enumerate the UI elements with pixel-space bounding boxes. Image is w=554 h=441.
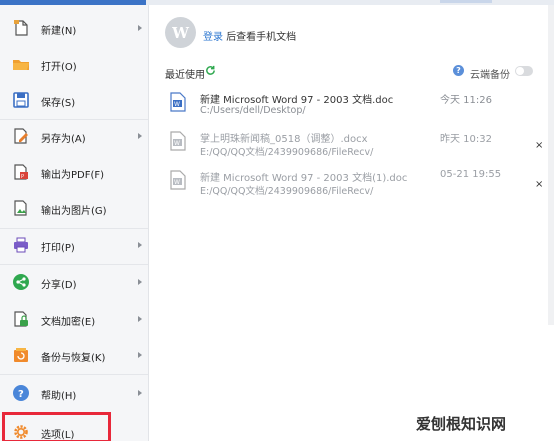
new-file-icon [14,20,28,36]
recent-file-name: 新建 Microsoft Word 97 - 2003 文档(1).doc [200,173,408,184]
svg-text:W: W [174,179,180,186]
recent-file-time: 昨天 10:32 [440,134,492,145]
chevron-right-icon [138,316,142,322]
file-menu-sidebar: 新建(N) 打开(O) 保存(S) 另存为(A) P 输出为PDF(F) 输出为… [0,5,149,441]
svg-text:P: P [21,174,24,180]
save-as-icon [14,128,28,144]
recent-file-row[interactable]: W 新建 Microsoft Word 97 - 2003 文档.doc C:/… [165,91,554,129]
right-scrollbar[interactable] [548,5,554,325]
menu-item-open[interactable]: 打开(O) [0,46,148,82]
recent-file-path: E:/QQ/QQ文档/2439909686/FileRecv/ [200,147,374,158]
chevron-right-icon [138,352,142,358]
remove-recent-close-icon[interactable]: × [535,140,543,151]
recent-file-time: 今天 11:26 [440,95,492,106]
encrypt-icon [14,311,28,327]
menu-item-backup[interactable]: 备份与恢复(K) [0,337,148,373]
menu-item-label: 帮助(H) [41,391,77,402]
recent-file-time: 05-21 19:55 [440,169,502,180]
menu-item-save[interactable]: 保存(S) [0,82,148,118]
recent-file-row[interactable]: W 新建 Microsoft Word 97 - 2003 文档(1).doc … [165,169,554,207]
recent-file-row[interactable]: W 掌上明珠新闻稿_0518（调整）.docx E:/QQ/QQ文档/24399… [165,130,554,168]
cloud-backup-label: 云端备份 [470,70,510,81]
menu-item-label: 分享(D) [41,280,77,291]
save-icon [13,92,29,108]
menu-item-label: 保存(S) [41,98,76,109]
menu-item-label: 打开(O) [41,62,77,73]
menu-item-save-as[interactable]: 另存为(A) [0,118,148,154]
chevron-right-icon [138,390,142,396]
menu-item-share[interactable]: 分享(D) [0,264,148,300]
chevron-right-icon [138,279,142,285]
recent-file-path: C:/Users/dell/Desktop/ [200,105,306,116]
refresh-icon[interactable] [205,65,216,76]
login-link[interactable]: 登录 [203,32,223,43]
menu-item-new[interactable]: 新建(N) [0,10,148,46]
pdf-export-icon: P [14,164,28,180]
remove-recent-close-icon[interactable]: × [535,179,543,190]
avatar[interactable]: W [165,17,196,48]
recent-panel: W 登录 后查看手机文档 最近使用 ? 云端备份 W 新建 Microsoft … [150,5,554,441]
word-doc-icon: W [170,170,186,190]
word-doc-icon: W [170,131,186,151]
recent-file-name: 掌上明珠新闻稿_0518（调整）.docx [200,134,368,145]
menu-item-print[interactable]: 打印(P) [0,227,148,263]
ribbon-tab-strip [440,0,492,3]
menu-item-label: 打印(P) [41,243,75,254]
share-icon [13,274,29,290]
login-prompt: 登录 后查看手机文档 [203,28,296,43]
menu-item-label: 另存为(A) [41,134,86,145]
cloud-backup-toggle[interactable] [515,66,533,76]
options-highlight-box [2,412,111,441]
menu-item-help[interactable]: ? 帮助(H) [0,375,148,411]
login-suffix: 后查看手机文档 [226,32,297,43]
word-doc-icon: W [170,92,186,112]
menu-item-label: 输出为图片(G) [41,206,107,217]
image-export-icon [14,200,27,216]
recent-file-path: E:/QQ/QQ文档/2439909686/FileRecv/ [200,186,374,197]
chevron-right-icon [138,25,142,31]
menu-item-encrypt[interactable]: 文档加密(E) [0,301,148,337]
chevron-right-icon [138,242,142,248]
svg-text:?: ? [18,389,24,400]
help-icon: ? [13,385,29,401]
watermark: 爱刨根知识网 [416,415,507,433]
svg-text:W: W [174,140,180,147]
open-folder-icon [13,60,29,70]
menu-item-export-pdf[interactable]: P 输出为PDF(F) [0,154,148,190]
print-icon [14,237,28,253]
menu-item-export-image[interactable]: 输出为图片(G) [0,190,148,226]
backup-icon [14,348,28,362]
menu-item-label: 输出为PDF(F) [41,170,105,181]
recent-file-name: 新建 Microsoft Word 97 - 2003 文档.doc [200,95,394,106]
recent-label: 最近使用 [165,70,205,81]
menu-item-label: 备份与恢复(K) [41,353,106,364]
cloud-help-icon[interactable]: ? [453,65,464,76]
svg-text:W: W [174,101,180,108]
menu-item-label: 新建(N) [41,26,77,37]
chevron-right-icon [138,133,142,139]
menu-item-label: 文档加密(E) [41,317,96,328]
